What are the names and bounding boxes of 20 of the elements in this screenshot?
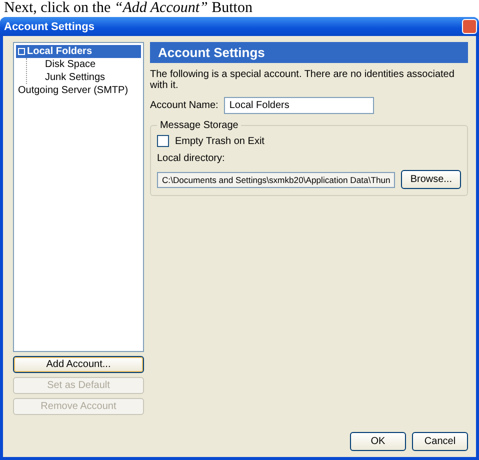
dialog-button[interactable]: OK (350, 432, 406, 451)
tree-item[interactable]: Local Folders (16, 45, 141, 58)
side-button[interactable]: Add Account... (13, 356, 144, 373)
directory-field[interactable]: C:\Documents and Settings\sxmkb20\Application Data\Thun (156, 172, 396, 188)
description-text: The following is a special account. There are no identities associated with it. (150, 69, 456, 91)
tree-item[interactable]: Disk Space (43, 58, 141, 71)
panel-header: Account Settings (150, 42, 468, 63)
tree-item[interactable]: Junk Settings (43, 71, 141, 84)
directory-label: Local directory: (156, 153, 226, 164)
close-button[interactable] (462, 19, 477, 34)
account-name-field[interactable]: Local Folders (224, 97, 374, 114)
browse-button[interactable]: Browse... (401, 170, 461, 189)
window-title: Account Settings (4, 20, 94, 32)
dialog-button[interactable]: Cancel (412, 432, 468, 451)
caption-text: Next, click on the “Add Account” Button (3, 0, 254, 17)
account-name-label: Account Name: (150, 100, 218, 111)
group-legend: Message Storage (156, 120, 242, 131)
checkbox-label: Empty Trash on Exit (174, 136, 264, 146)
checkbox[interactable] (156, 135, 169, 147)
tree-item[interactable]: Outgoing Server (SMTP) (16, 84, 141, 97)
